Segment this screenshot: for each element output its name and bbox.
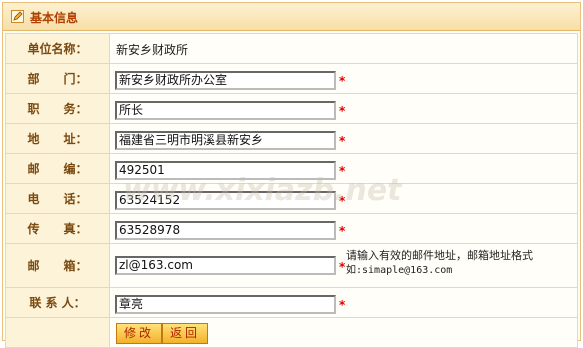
- required-mark: *: [339, 104, 346, 118]
- contact-input[interactable]: 章亮: [115, 295, 336, 314]
- unit-name-value: 新安乡财政所: [116, 43, 189, 57]
- form-row-phone: 电 话： 63524152 *: [5, 183, 578, 214]
- phone-input[interactable]: 63524152: [115, 191, 336, 210]
- unit-name-label: 单位名称：: [5, 33, 110, 64]
- postcode-label: 邮 编：: [5, 153, 110, 184]
- back-button[interactable]: 返回: [162, 323, 208, 344]
- required-mark: *: [339, 164, 346, 178]
- form-row-unit-name: 单位名称： 新安乡财政所: [5, 33, 578, 64]
- form-row-postcode: 邮 编： 492501 *: [5, 153, 578, 184]
- address-input[interactable]: 福建省三明市明溪县新安乡: [115, 131, 336, 150]
- email-input[interactable]: zl@163.com: [115, 256, 336, 275]
- edit-icon: [11, 10, 24, 23]
- email-hint-line2: 如:simaple@163.com: [346, 265, 453, 276]
- form-row-position: 职 务： 所长 *: [5, 93, 578, 124]
- email-hint-line1: 请输入有效的邮件地址，邮箱地址格式: [346, 249, 533, 262]
- edit-button[interactable]: 修改: [116, 323, 162, 344]
- form-row-email: 邮 箱： zl@163.com * 请输入有效的邮件地址，邮箱地址格式 如:si…: [5, 243, 578, 288]
- phone-label: 电 话：: [5, 183, 110, 214]
- panel-title: 基本信息: [30, 11, 79, 25]
- department-input[interactable]: 新安乡财政所办公室: [115, 71, 336, 90]
- basic-info-panel: 基本信息 单位名称： 新安乡财政所 部 门： 新安乡财政所办公室 * 职 务： …: [2, 2, 581, 348]
- form-row-fax: 传 真： 63528978 *: [5, 213, 578, 244]
- position-label: 职 务：: [5, 93, 110, 124]
- form-row-department: 部 门： 新安乡财政所办公室 *: [5, 63, 578, 94]
- panel-header: 基本信息: [3, 3, 580, 31]
- required-mark: *: [339, 260, 346, 274]
- address-label: 地 址：: [5, 123, 110, 154]
- required-mark: *: [339, 298, 346, 312]
- required-mark: *: [339, 224, 346, 238]
- email-label: 邮 箱：: [5, 243, 110, 288]
- form-row-address: 地 址： 福建省三明市明溪县新安乡 *: [5, 123, 578, 154]
- fax-label: 传 真：: [5, 213, 110, 244]
- required-mark: *: [339, 194, 346, 208]
- department-label: 部 门：: [5, 63, 110, 94]
- email-hint: 请输入有效的邮件地址，邮箱地址格式 如:simaple@163.com: [346, 248, 556, 278]
- position-input[interactable]: 所长: [115, 101, 336, 120]
- form-row-contact: 联 系 人： 章亮 *: [5, 287, 578, 318]
- required-mark: *: [339, 74, 346, 88]
- required-mark: *: [339, 134, 346, 148]
- form-row-actions: 修改 返回: [5, 317, 578, 348]
- postcode-input[interactable]: 492501: [115, 161, 336, 180]
- fax-input[interactable]: 63528978: [115, 221, 336, 240]
- info-form: 单位名称： 新安乡财政所 部 门： 新安乡财政所办公室 * 职 务： 所长 * …: [5, 33, 578, 348]
- contact-label: 联 系 人：: [5, 287, 110, 318]
